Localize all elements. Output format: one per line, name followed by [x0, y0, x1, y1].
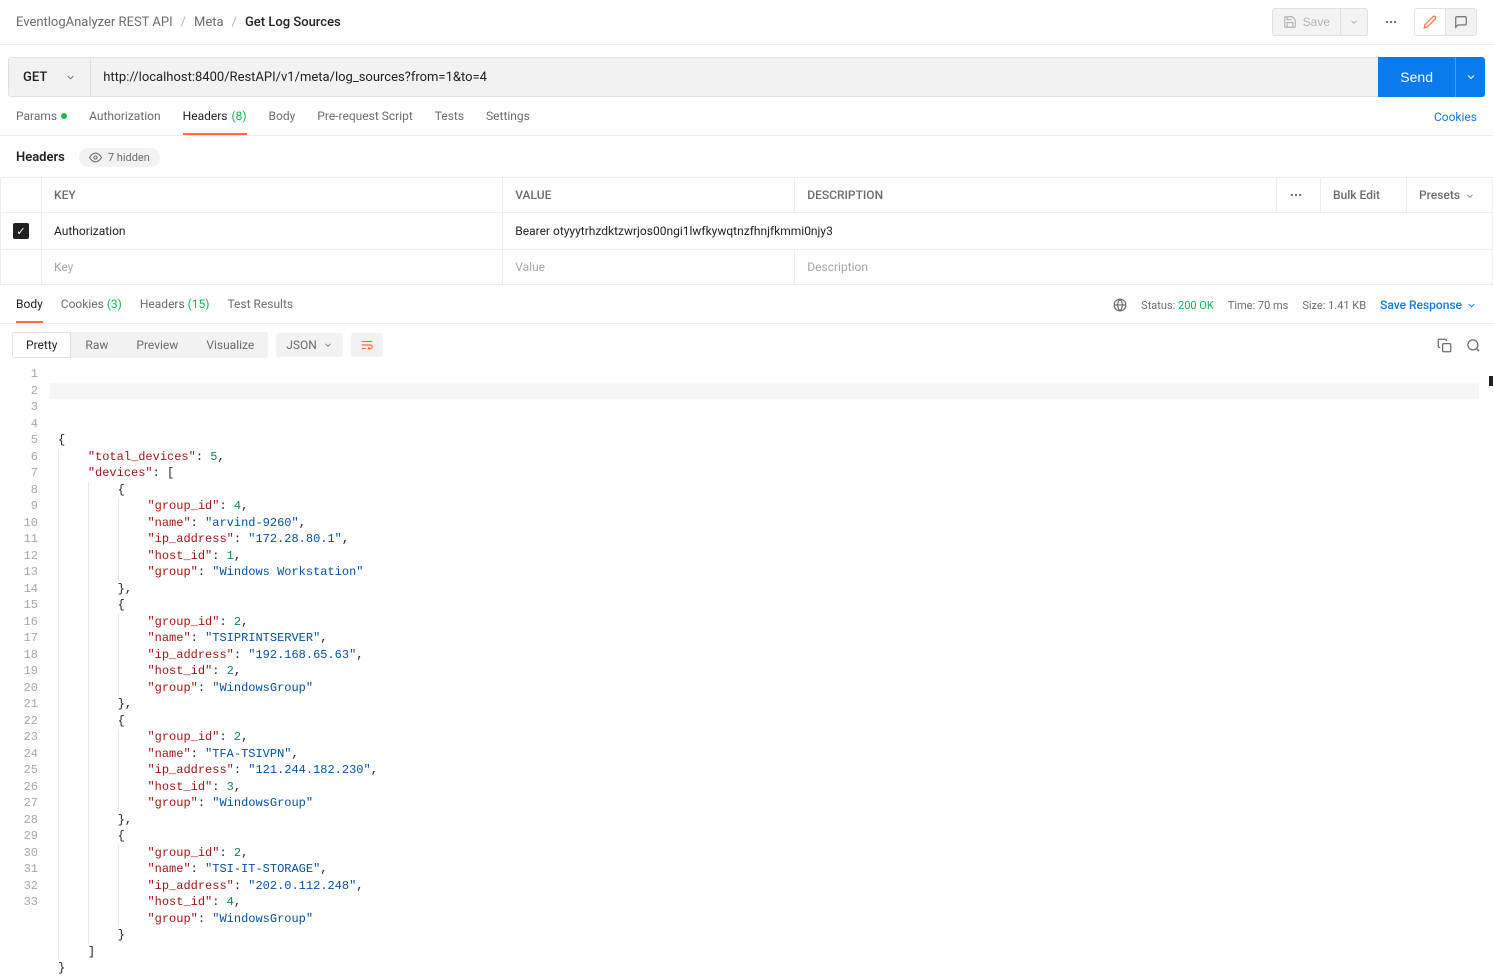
- save-response-button[interactable]: Save Response: [1380, 298, 1477, 312]
- size-text: Size: 1.41 KB: [1302, 299, 1366, 312]
- resp-tab-body[interactable]: Body: [16, 297, 43, 323]
- view-mode-segment: Pretty Raw Preview Visualize: [12, 332, 268, 358]
- tab-prerequest[interactable]: Pre-request Script: [317, 109, 412, 135]
- presets-button[interactable]: Presets: [1407, 178, 1493, 213]
- header-value[interactable]: Bearer otyyytrhzdktzwrjos00ngi1lwfkywqtn…: [503, 213, 1493, 250]
- highlight-line: [50, 383, 1479, 400]
- chevron-down-icon: [1349, 17, 1359, 27]
- col-description: DESCRIPTION: [795, 178, 1277, 213]
- edit-button[interactable]: [1414, 8, 1446, 36]
- headers-table: KEY VALUE DESCRIPTION Bulk Edit Presets …: [0, 177, 1493, 285]
- value-input[interactable]: Value: [503, 250, 795, 285]
- more-options-button[interactable]: [1376, 9, 1406, 35]
- dots-icon: [1384, 15, 1398, 29]
- method-select[interactable]: GET: [8, 57, 90, 97]
- response-body-viewer[interactable]: 1234567891011121314151617181920212223242…: [0, 366, 1493, 977]
- crumb-request[interactable]: Get Log Sources: [245, 15, 341, 30]
- dot-indicator: [61, 113, 67, 119]
- tab-label: Headers: [183, 109, 228, 123]
- eye-icon: [89, 151, 102, 164]
- hidden-headers-toggle[interactable]: 7 hidden: [79, 148, 160, 167]
- table-row-new[interactable]: Key Value Description: [1, 250, 1493, 285]
- save-label: Save: [1303, 15, 1330, 29]
- tab-count: (15): [188, 297, 210, 311]
- crumb-collection[interactable]: EventlogAnalyzer REST API: [16, 15, 173, 30]
- save-dropdown[interactable]: [1341, 8, 1368, 36]
- tab-label: Cookies: [61, 297, 104, 311]
- crumb-sep: /: [181, 15, 186, 30]
- chevron-down-icon: [1466, 300, 1477, 311]
- save-icon: [1283, 15, 1297, 29]
- tab-headers[interactable]: Headers (8): [183, 109, 247, 135]
- save-response-label: Save Response: [1380, 298, 1462, 312]
- desc-input[interactable]: Description: [795, 250, 1493, 285]
- col-key: KEY: [42, 178, 503, 213]
- send-dropdown[interactable]: [1455, 57, 1485, 97]
- wrap-icon: [359, 338, 375, 352]
- tab-tests[interactable]: Tests: [435, 109, 464, 135]
- search-icon[interactable]: [1466, 338, 1481, 353]
- dots-icon: [1289, 188, 1303, 202]
- tab-count: (8): [232, 109, 247, 123]
- send-label: Send: [1400, 69, 1433, 85]
- table-row[interactable]: ✓ Authorization Bearer otyyytrhzdktzwrjo…: [1, 213, 1493, 250]
- bulk-edit-button[interactable]: Bulk Edit: [1321, 178, 1407, 213]
- chevron-down-icon: [323, 340, 333, 350]
- tab-body[interactable]: Body: [269, 109, 296, 135]
- view-pretty[interactable]: Pretty: [12, 332, 71, 358]
- col-actions[interactable]: [1277, 178, 1321, 213]
- checkbox-checked[interactable]: ✓: [13, 223, 29, 239]
- tab-count: (3): [107, 297, 122, 311]
- url-input[interactable]: http://localhost:8400/RestAPI/v1/meta/lo…: [90, 57, 1378, 97]
- send-button[interactable]: Send: [1378, 57, 1455, 97]
- tab-label: Params: [16, 109, 57, 123]
- hidden-label: 7 hidden: [108, 151, 150, 164]
- key-input[interactable]: Key: [42, 250, 503, 285]
- tab-params[interactable]: Params: [16, 109, 67, 135]
- save-button[interactable]: Save: [1272, 8, 1341, 36]
- line-gutter: 1234567891011121314151617181920212223242…: [0, 366, 50, 977]
- col-checkbox: [1, 178, 42, 213]
- col-value: VALUE: [503, 178, 795, 213]
- status-text: Status: 200 OK: [1141, 299, 1214, 312]
- comment-icon: [1454, 15, 1468, 29]
- breadcrumb: EventlogAnalyzer REST API / Meta / Get L…: [16, 15, 341, 30]
- time-text: Time: 70 ms: [1228, 299, 1289, 312]
- comment-button[interactable]: [1446, 8, 1477, 36]
- resp-tab-tests[interactable]: Test Results: [227, 297, 293, 323]
- format-label: JSON: [286, 338, 317, 352]
- view-raw[interactable]: Raw: [71, 332, 122, 358]
- header-key[interactable]: Authorization: [42, 213, 503, 250]
- code-content[interactable]: { "total_devices": 5, "devices": [ { "gr…: [50, 366, 1493, 977]
- wrap-button[interactable]: [351, 333, 383, 357]
- method-value: GET: [23, 70, 47, 85]
- chevron-down-icon: [1465, 71, 1477, 83]
- resp-tab-cookies[interactable]: Cookies (3): [61, 297, 122, 323]
- globe-icon[interactable]: [1113, 298, 1127, 312]
- view-preview[interactable]: Preview: [122, 332, 192, 358]
- pencil-icon: [1423, 15, 1437, 29]
- view-visualize[interactable]: Visualize: [192, 332, 268, 358]
- format-select[interactable]: JSON: [276, 333, 343, 357]
- cookies-link[interactable]: Cookies: [1434, 110, 1477, 134]
- chevron-down-icon: [65, 72, 76, 83]
- crumb-sep2: /: [232, 15, 237, 30]
- presets-label: Presets: [1419, 188, 1460, 202]
- resp-tab-headers[interactable]: Headers (15): [140, 297, 210, 323]
- minimap-thumb[interactable]: [1489, 376, 1493, 386]
- crumb-folder[interactable]: Meta: [194, 15, 224, 30]
- copy-icon[interactable]: [1437, 338, 1452, 353]
- tab-label: Headers: [140, 297, 185, 311]
- headers-title: Headers: [16, 150, 65, 165]
- chevron-down-icon: [1465, 191, 1475, 201]
- tab-settings[interactable]: Settings: [486, 109, 530, 135]
- tab-authorization[interactable]: Authorization: [89, 109, 161, 135]
